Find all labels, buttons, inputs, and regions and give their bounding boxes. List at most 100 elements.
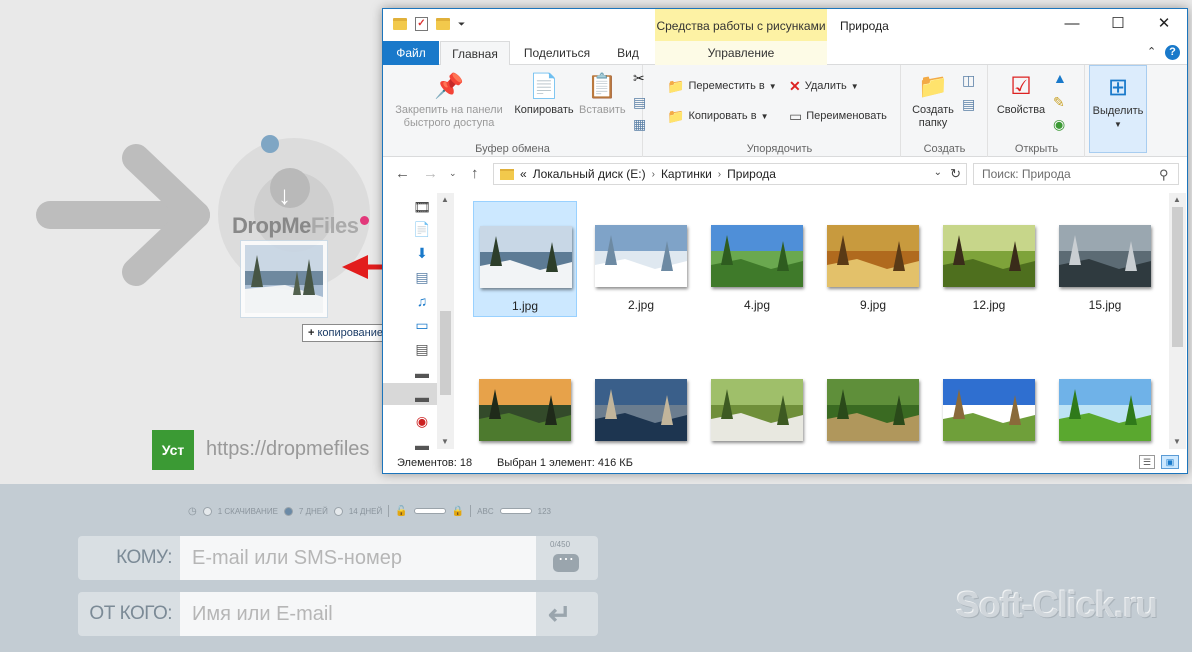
file-item[interactable]: 16.jpg xyxy=(473,355,577,449)
sender-input[interactable] xyxy=(180,592,536,636)
radio-7-days[interactable] xyxy=(283,506,293,516)
file-item[interactable]: 24.jpg xyxy=(937,355,1041,449)
breadcrumb-overflow[interactable]: « xyxy=(520,167,527,181)
search-icon[interactable]: ⚲ xyxy=(1159,167,1169,183)
paste-shortcut-icon[interactable]: ▦ xyxy=(633,117,646,131)
radio-1-download[interactable] xyxy=(202,506,212,516)
copy-path-icon[interactable]: ▤ xyxy=(633,95,646,109)
drive-icon[interactable]: ▬ xyxy=(413,437,431,453)
pictures-folder-icon[interactable]: ▤ xyxy=(413,269,431,285)
file-item[interactable]: 9.jpg xyxy=(821,201,925,317)
message-bubble-icon[interactable]: ⋯ xyxy=(553,552,579,572)
file-item[interactable]: 25.jpg xyxy=(1053,355,1157,449)
scroll-up-icon[interactable]: ▲ xyxy=(1173,195,1181,204)
up-button[interactable]: ↑ xyxy=(471,165,479,182)
drive-icon[interactable]: ▬ xyxy=(413,389,431,405)
breadcrumb-drive[interactable]: Локальный диск (E:) xyxy=(533,167,646,181)
nav-scrollbar[interactable]: ▲ ▼ xyxy=(437,193,454,449)
documents-folder-icon[interactable]: 📄 xyxy=(413,221,431,237)
file-item[interactable]: 2.jpg xyxy=(589,201,693,317)
close-button[interactable]: ✕ xyxy=(1141,9,1187,39)
share-url[interactable]: https://dropmefiles xyxy=(206,438,369,461)
rename-label: Переименовать xyxy=(806,110,887,122)
delete-label: Удалить xyxy=(804,80,847,92)
copy-to-button[interactable]: 📁 Копировать в ▼ xyxy=(667,109,769,123)
window-title: Природа xyxy=(840,19,889,33)
file-item[interactable]: 22.jpg xyxy=(821,355,925,449)
properties-button[interactable]: ☑ Свойства xyxy=(995,73,1047,117)
drive-icon[interactable]: ▬ xyxy=(413,365,431,381)
move-to-label: Переместить в xyxy=(688,80,765,92)
file-item[interactable]: 15.jpg xyxy=(1053,201,1157,317)
tab-view[interactable]: Вид xyxy=(603,41,653,65)
file-item[interactable]: 17.jpg xyxy=(589,355,693,449)
clipboard-group: 📌 Закрепить на панели быстрого доступа 📄… xyxy=(383,65,646,157)
forward-button[interactable]: → xyxy=(423,165,438,182)
file-item[interactable]: 4.jpg xyxy=(705,201,809,317)
new-folder-button[interactable]: 📁 Создать папку xyxy=(908,73,958,130)
desktop-folder-icon[interactable]: ▭ xyxy=(413,317,431,333)
properties-check-icon[interactable]: ✓ xyxy=(415,17,428,31)
folder-icon xyxy=(500,168,514,180)
computer-icon[interactable]: ▤ xyxy=(413,341,431,357)
install-button[interactable]: Уст xyxy=(152,430,194,470)
music-folder-icon[interactable]: ♫ xyxy=(413,293,431,309)
collapse-ribbon-icon[interactable]: ⌃ xyxy=(1147,45,1156,58)
tab-file[interactable]: Файл xyxy=(383,41,439,65)
dropdown-icon: ▼ xyxy=(1114,120,1122,129)
open-icon[interactable]: ▲ xyxy=(1053,71,1067,85)
history-icon[interactable]: ◉ xyxy=(1053,117,1065,131)
scroll-down-icon[interactable]: ▼ xyxy=(441,437,449,446)
pin-quick-access-button[interactable]: 📌 Закрепить на панели быстрого доступа xyxy=(391,73,507,130)
customize-toolbar-icon[interactable]: ⏷ xyxy=(458,19,465,30)
new-folder-icon[interactable] xyxy=(436,18,450,30)
scroll-down-icon[interactable]: ▼ xyxy=(1173,437,1181,446)
breadcrumb-nature[interactable]: Природа xyxy=(727,167,776,181)
radio-14-days[interactable] xyxy=(333,506,343,516)
breadcrumb-pictures[interactable]: Картинки xyxy=(661,167,712,181)
large-icons-view-icon[interactable]: ▣ xyxy=(1161,455,1179,469)
edit-icon[interactable]: ✎ xyxy=(1053,95,1065,109)
tab-manage[interactable]: Управление xyxy=(655,41,827,65)
details-view-icon[interactable]: ☰ xyxy=(1139,455,1155,469)
tab-share[interactable]: Поделиться xyxy=(517,41,597,65)
rename-button[interactable]: ▭ Переименовать xyxy=(789,109,887,123)
content-scroll-thumb[interactable] xyxy=(1172,207,1183,347)
chevron-down-icon[interactable]: ⌄ xyxy=(934,167,942,178)
cut-icon[interactable]: ✂ xyxy=(633,71,645,85)
recipient-input[interactable] xyxy=(180,536,536,580)
file-item[interactable]: 12.jpg xyxy=(937,201,1041,317)
copy-button[interactable]: 📄 Копировать xyxy=(511,73,577,117)
file-item[interactable]: 20.jpg xyxy=(705,355,809,449)
move-to-button[interactable]: 📁 Переместить в ▼ xyxy=(667,79,777,93)
paste-button[interactable]: 📋 Вставить xyxy=(579,73,626,117)
pink-dot-icon xyxy=(360,216,369,225)
new-item-icon[interactable]: ◫ xyxy=(962,73,975,87)
search-input[interactable] xyxy=(973,163,1179,185)
easy-access-icon[interactable]: ▤ xyxy=(962,97,975,111)
address-bar[interactable]: « Локальный диск (E:) › Картинки › Приро… xyxy=(493,163,967,185)
file-item[interactable]: 1.jpg xyxy=(473,201,577,317)
video-folder-icon[interactable]: 🎞 xyxy=(413,199,431,215)
enter-icon[interactable]: ↵ xyxy=(548,598,571,631)
recent-locations-icon[interactable]: ⌄ xyxy=(449,168,457,179)
downloads-folder-icon[interactable]: ⬇ xyxy=(413,245,431,261)
select-button[interactable]: ⊞ Выделить ▼ xyxy=(1090,74,1146,131)
watermark: Soft-Click.ru xyxy=(956,584,1158,625)
scroll-up-icon[interactable]: ▲ xyxy=(441,195,449,204)
help-icon[interactable]: ? xyxy=(1165,45,1180,60)
back-button[interactable]: ← xyxy=(395,165,410,182)
app-drive-icon[interactable]: ◉ xyxy=(413,413,431,429)
winter-image-icon xyxy=(245,245,323,313)
nav-scroll-thumb[interactable] xyxy=(440,311,451,395)
tab-home[interactable]: Главная xyxy=(440,41,510,66)
delete-button[interactable]: ✕ Удалить ▼ xyxy=(789,79,859,93)
minimize-button[interactable]: — xyxy=(1049,9,1095,39)
maximize-button[interactable]: ☐ xyxy=(1095,9,1141,39)
password-toggle[interactable] xyxy=(413,508,446,514)
dropdown-icon: ▼ xyxy=(768,81,777,91)
refresh-icon[interactable]: ↻ xyxy=(950,166,961,182)
content-scrollbar[interactable]: ▲ ▼ xyxy=(1169,193,1186,449)
code-type-toggle[interactable] xyxy=(499,508,532,514)
logo-files-text: Files xyxy=(310,213,359,238)
